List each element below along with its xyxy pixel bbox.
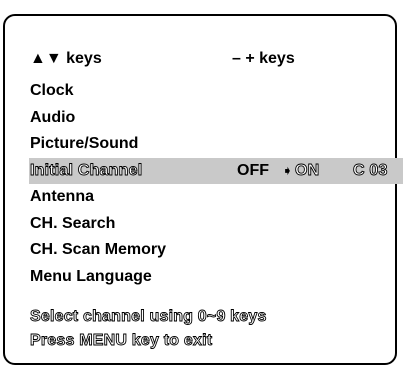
menu-item-label: Menu Language bbox=[30, 267, 152, 285]
menu-item-label: Audio bbox=[30, 108, 76, 126]
initial-channel-off-option[interactable]: OFF bbox=[237, 158, 269, 184]
menu-header: ▲▼ keys – + keys bbox=[30, 50, 295, 68]
menu-item-label: CH. Search bbox=[30, 214, 116, 232]
menu-item-menu-language[interactable]: Menu Language bbox=[30, 264, 403, 291]
help-line-select-channel: Select channel using 0~9 keys bbox=[30, 308, 267, 326]
help-footer: Select channel using 0~9 keys Press MENU… bbox=[30, 305, 267, 353]
menu-item-label: Picture/Sound bbox=[30, 135, 139, 152]
menu-item-label: CH. Scan Memory bbox=[30, 241, 167, 258]
nav-keys-hint: ▲▼ keys bbox=[30, 50, 102, 67]
settings-menu: Clock Audio Picture/Sound Initial Channe… bbox=[29, 78, 403, 291]
menu-item-clock[interactable]: Clock bbox=[30, 78, 403, 105]
initial-channel-on-option[interactable]: ON bbox=[295, 158, 320, 184]
menu-item-label: Clock bbox=[30, 82, 74, 99]
help-line-exit: Press MENU key to exit bbox=[30, 332, 213, 350]
menu-item-antenna[interactable]: Antenna bbox=[30, 184, 403, 211]
menu-item-initial-channel[interactable]: Initial Channel OFF ➧ ON C 03 bbox=[29, 157, 403, 184]
menu-item-ch-scan-memory[interactable]: CH. Scan Memory bbox=[30, 237, 403, 264]
menu-item-label: Initial Channel bbox=[30, 161, 143, 179]
menu-item-label: Antenna bbox=[30, 188, 94, 205]
menu-item-ch-search[interactable]: CH. Search bbox=[30, 211, 403, 238]
arrow-right-icon: ➧ bbox=[282, 162, 293, 178]
initial-channel-number[interactable]: C 03 bbox=[353, 158, 388, 184]
menu-item-audio[interactable]: Audio bbox=[30, 105, 403, 132]
adjust-keys-hint: – + keys bbox=[232, 50, 295, 67]
menu-item-picture-sound[interactable]: Picture/Sound bbox=[30, 131, 403, 158]
